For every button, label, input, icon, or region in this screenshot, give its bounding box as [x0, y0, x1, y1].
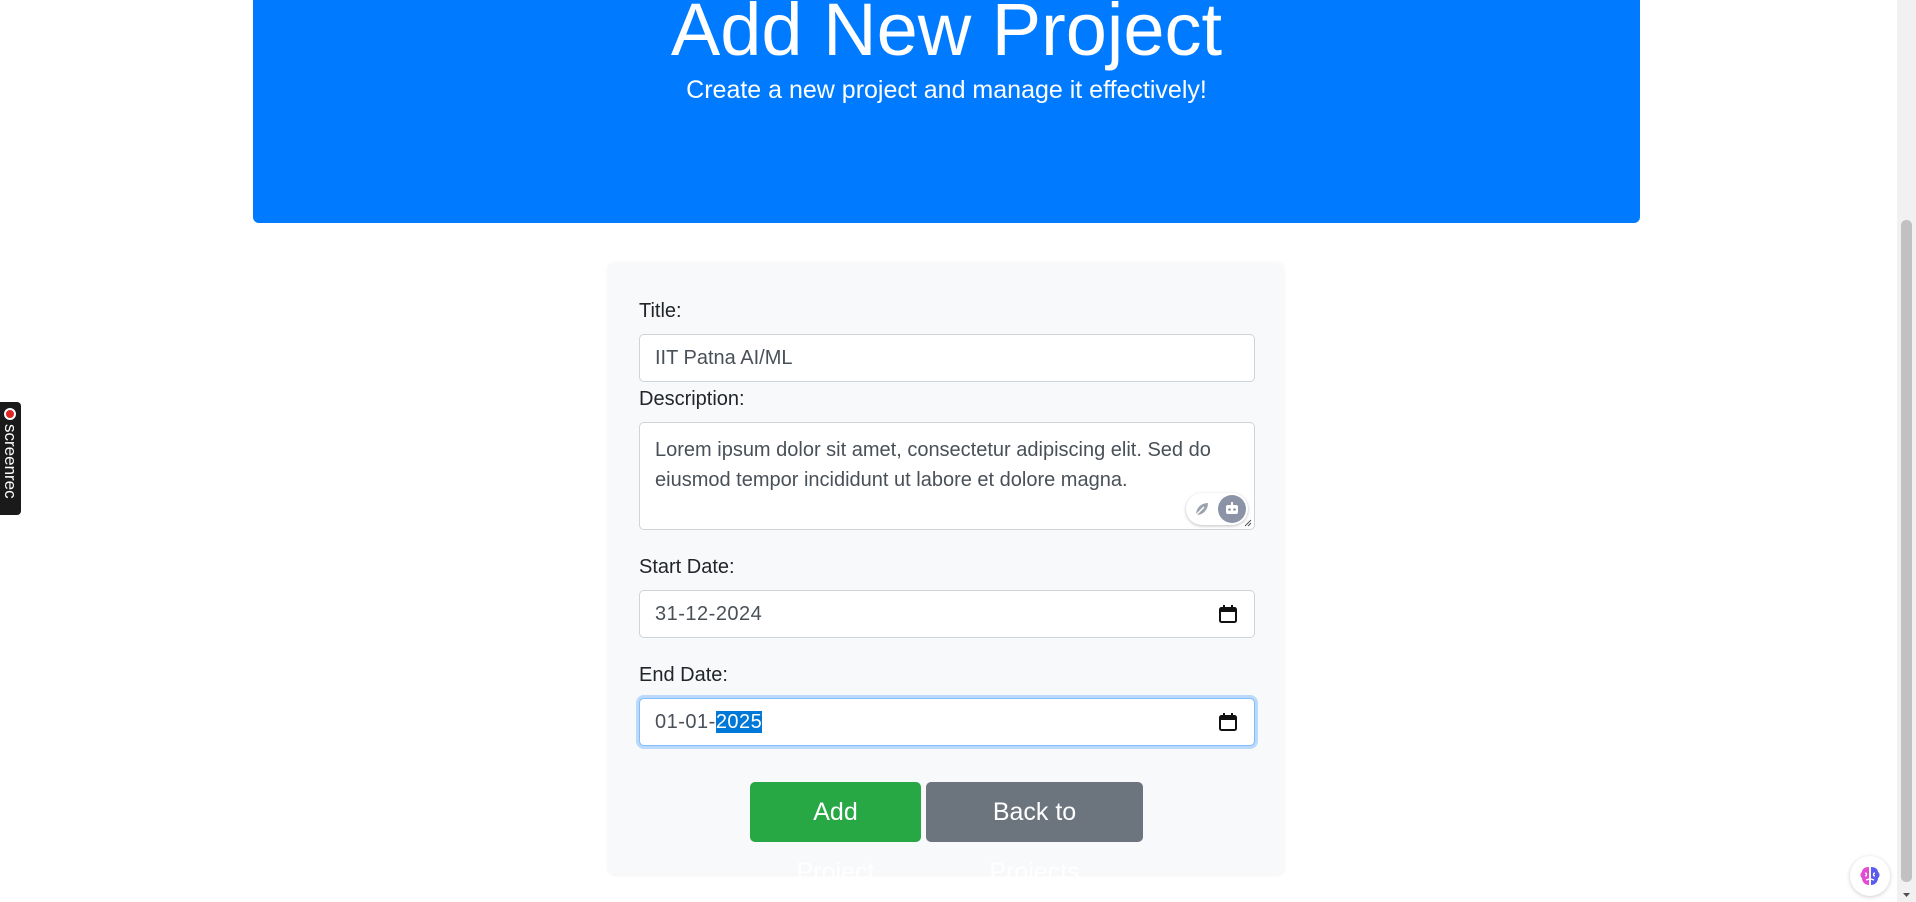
- description-textarea[interactable]: Lorem ipsum dolor sit amet, consectetur …: [639, 422, 1255, 530]
- back-to-projects-button[interactable]: Back to Projects: [926, 782, 1143, 886]
- end-date-label: End Date:: [639, 664, 728, 686]
- screenrec-label: screenrec: [1, 424, 20, 499]
- end-date-prefix: 01-01-: [655, 711, 716, 733]
- start-date-value: 31-12-2024: [655, 603, 763, 625]
- title-input-value: IIT Patna AI/ML: [655, 347, 793, 369]
- page-subtitle: Create a new project and manage it effec…: [686, 76, 1207, 104]
- title-label: Title:: [639, 300, 682, 322]
- description-value: Lorem ipsum dolor sit amet, consectetur …: [655, 439, 1211, 491]
- screenrec-widget[interactable]: screenrec: [0, 402, 21, 515]
- vertical-scrollbar[interactable]: [1897, 0, 1916, 902]
- end-date-year-selected: 2025: [715, 711, 763, 733]
- add-project-button[interactable]: Add Project: [750, 782, 921, 886]
- page: Add New Project Create a new project and…: [0, 0, 1916, 902]
- description-label: Description:: [639, 388, 745, 410]
- project-form: Title: IIT Patna AI/ML Description: Lore…: [608, 262, 1284, 886]
- page-title: Add New Project: [670, 0, 1223, 71]
- record-icon: [4, 408, 16, 420]
- writing-assistant-widget[interactable]: [1186, 493, 1248, 525]
- hero-banner: Add New Project Create a new project and…: [253, 0, 1640, 223]
- start-date-label: Start Date:: [639, 556, 735, 578]
- start-date-input[interactable]: 31-12-2024: [639, 590, 1255, 638]
- scrollbar-thumb[interactable]: [1901, 220, 1912, 882]
- leaf-icon[interactable]: [1192, 499, 1212, 519]
- assistant-launcher[interactable]: [1850, 856, 1890, 896]
- brain-icon: [1860, 867, 1880, 885]
- resize-grip-icon[interactable]: [1242, 517, 1252, 527]
- title-input[interactable]: IIT Patna AI/ML: [639, 334, 1255, 382]
- calendar-icon[interactable]: [1218, 604, 1238, 624]
- end-date-input[interactable]: 01-01-2025: [639, 698, 1255, 746]
- scroll-down-arrow-icon[interactable]: [1901, 890, 1912, 900]
- calendar-icon[interactable]: [1218, 712, 1238, 732]
